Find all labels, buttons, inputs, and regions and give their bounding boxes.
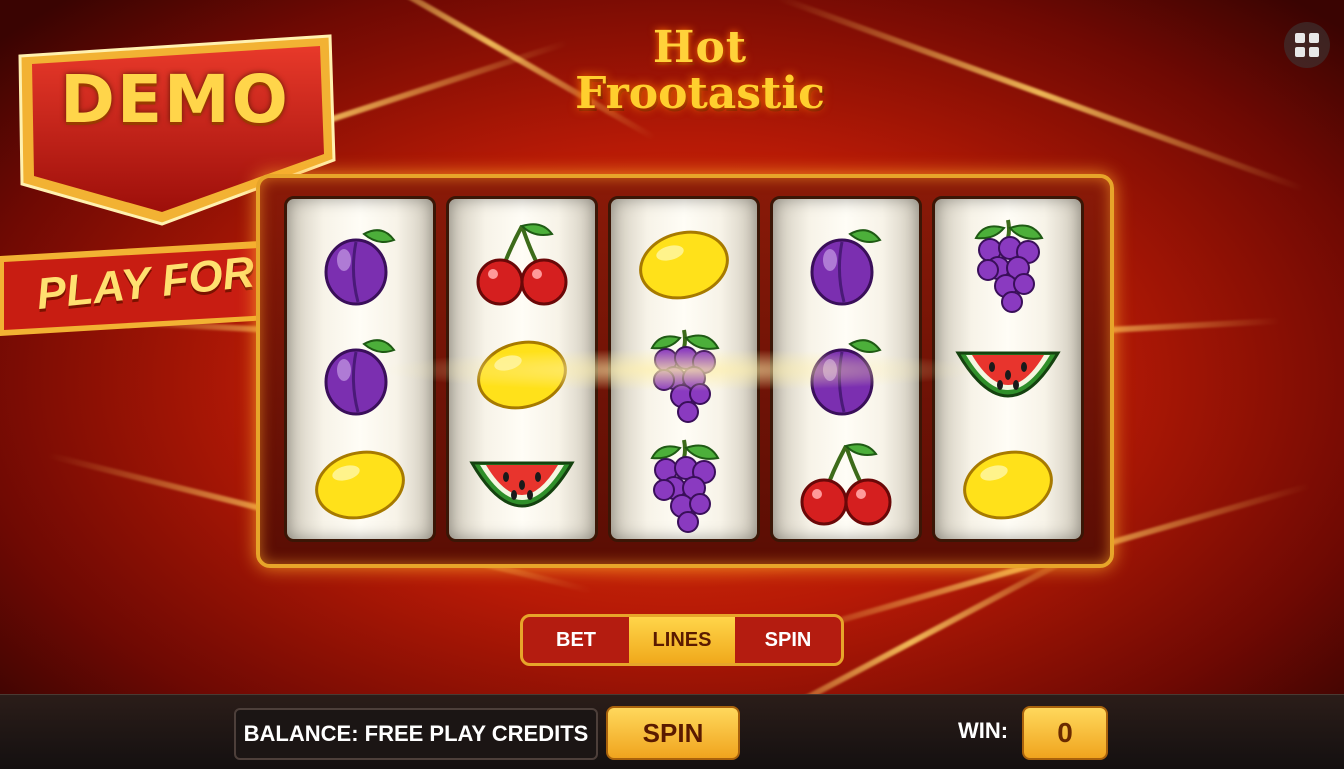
logo-line-2: Frootastic <box>575 68 825 119</box>
game-logo: Hot Frootastic <box>540 26 860 136</box>
reel-2 <box>446 196 598 542</box>
reel-3 <box>608 196 760 542</box>
reel-5 <box>932 196 1084 542</box>
lemon-icon <box>287 429 433 539</box>
grape-icon <box>611 429 757 539</box>
lemon-icon <box>611 209 757 319</box>
cherry-icon <box>773 429 919 539</box>
demo-label: DEMO <box>60 61 290 138</box>
lines-button[interactable]: LINES <box>629 617 735 663</box>
grape-icon <box>935 209 1081 319</box>
bet-button[interactable]: BET <box>523 617 629 663</box>
menu-button[interactable] <box>1284 22 1330 68</box>
spin-option-button[interactable]: SPIN <box>735 617 841 663</box>
watermelon-icon <box>449 429 595 539</box>
grid-menu-icon <box>1295 33 1305 43</box>
plum-icon <box>773 319 919 429</box>
logo-line-1: Hot <box>652 22 748 73</box>
win-label: WIN: <box>958 718 1009 743</box>
grape-icon <box>611 319 757 429</box>
watermelon-icon <box>935 319 1081 429</box>
balance-display: BALANCE: FREE PLAY CREDITS <box>234 708 598 760</box>
win-value: 0 <box>1022 706 1108 760</box>
cherry-icon <box>449 209 595 319</box>
spin-button[interactable]: SPIN <box>606 706 740 760</box>
reel-4 <box>770 196 922 542</box>
plum-icon <box>773 209 919 319</box>
control-bar: BET LINES SPIN <box>520 614 844 666</box>
lemon-icon <box>449 319 595 429</box>
lemon-icon <box>935 429 1081 539</box>
reel-1 <box>284 196 436 542</box>
plum-icon <box>287 209 433 319</box>
plum-icon <box>287 319 433 429</box>
